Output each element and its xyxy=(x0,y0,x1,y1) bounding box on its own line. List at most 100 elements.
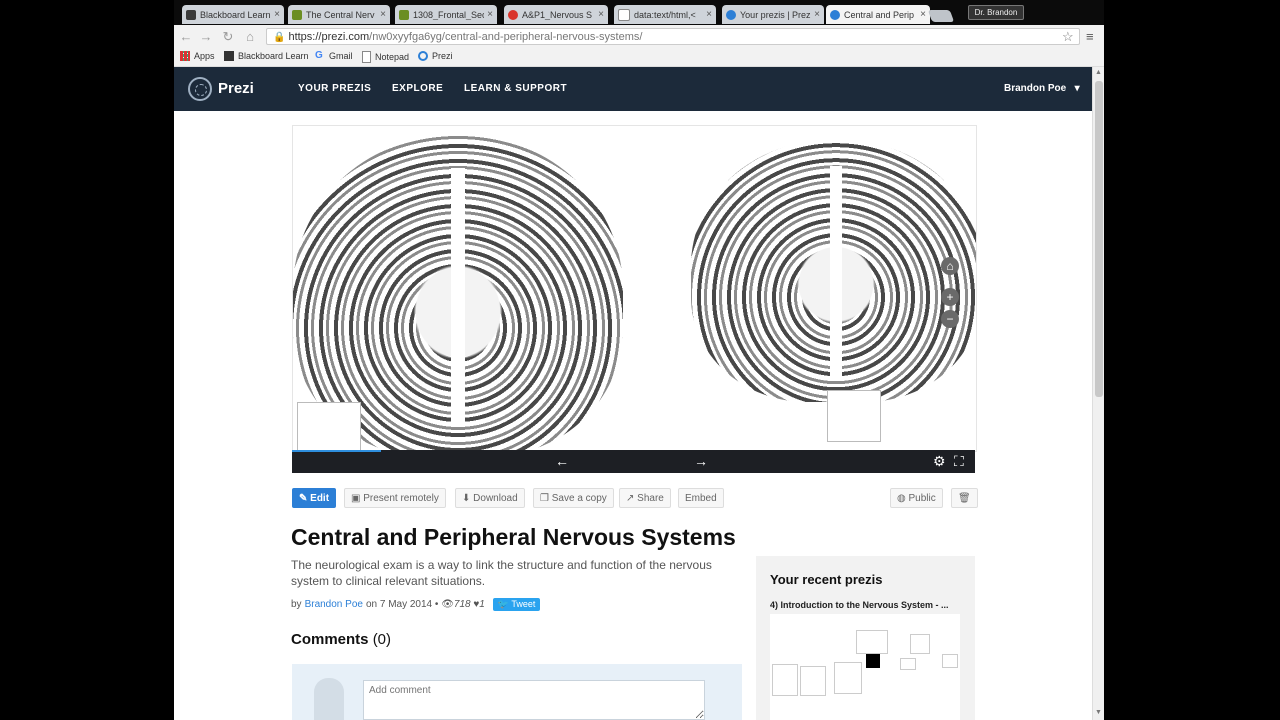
zoom-out-icon[interactable]: − xyxy=(941,310,959,328)
close-icon[interactable]: × xyxy=(380,9,386,20)
page-scrollbar[interactable]: ▲ ▼ xyxy=(1092,67,1104,720)
google-icon xyxy=(508,9,518,20)
like-count: 1 xyxy=(479,599,485,610)
nav-your-prezis[interactable]: YOUR PREZIS xyxy=(298,83,371,94)
prezi-title: Central and Peripheral Nervous Systems xyxy=(291,524,736,550)
bookmark-star-icon[interactable]: ☆ xyxy=(1062,29,1074,45)
tab-your-prezis[interactable]: Your prezis | Prez × xyxy=(722,5,824,24)
byline: by Brandon Poe on 7 May 2014 • 👁 718 ♥ 1 🐦… xyxy=(291,598,541,611)
caret-down-icon: ▾ xyxy=(1074,83,1080,94)
prezi-icon xyxy=(726,9,736,20)
monitor-icon: ▣ xyxy=(351,493,364,504)
drive-icon xyxy=(292,9,302,20)
prezi-icon xyxy=(830,9,840,20)
forward-icon[interactable]: → xyxy=(198,29,214,45)
tab-central-peripheral[interactable]: Central and Perip × xyxy=(826,5,930,24)
page-icon xyxy=(618,8,630,21)
prezi-logo[interactable]: Prezi xyxy=(218,80,254,97)
tab-ap1-nervous[interactable]: A&P1_Nervous S × xyxy=(504,5,608,24)
bookmark-apps[interactable]: Apps xyxy=(180,51,215,61)
public-button[interactable]: ◍ Public xyxy=(890,488,943,508)
close-icon[interactable]: × xyxy=(274,9,280,20)
previous-step-icon[interactable]: ← xyxy=(555,453,569,469)
bookmark-prezi[interactable]: Prezi xyxy=(418,51,453,61)
blackboard-icon xyxy=(186,9,196,20)
scroll-thumb[interactable] xyxy=(1095,81,1103,397)
bookmark-blackboard[interactable]: Blackboard Learn xyxy=(224,51,309,61)
drive-icon xyxy=(399,9,409,20)
comments-heading: Comments (0) xyxy=(291,631,392,648)
view-count: 718 xyxy=(453,599,471,610)
tweet-button[interactable]: 🐦 Tweet xyxy=(492,598,541,611)
frame-thumbnail[interactable] xyxy=(297,402,361,451)
close-icon[interactable]: × xyxy=(487,9,493,20)
download-button[interactable]: ⬇ Download xyxy=(455,488,525,508)
lock-icon: 🔒 xyxy=(273,32,286,43)
user-menu[interactable]: Brandon Poe ▾ xyxy=(1004,83,1080,94)
apps-grid-icon xyxy=(180,51,190,61)
presentation-progress xyxy=(292,450,381,452)
blackboard-icon xyxy=(224,51,234,61)
close-icon[interactable]: × xyxy=(598,9,604,20)
fullscreen-icon[interactable]: ⛶ xyxy=(954,453,964,469)
google-icon: G xyxy=(315,50,323,61)
share-button[interactable]: ↗ Share xyxy=(619,488,671,508)
browser-window: Blackboard Learn × The Central Nerv × 13… xyxy=(174,0,1104,720)
viewer-controls-bar: ← → ⚙ ⛶ xyxy=(292,450,975,473)
page-icon xyxy=(362,51,371,63)
tab-strip: Blackboard Learn × The Central Nerv × 13… xyxy=(174,0,1104,25)
comment-input[interactable] xyxy=(363,680,705,720)
recent-prezi-thumbnail[interactable] xyxy=(770,614,960,720)
save-copy-button[interactable]: ❐ Save a copy xyxy=(533,488,614,508)
eye-icon: 👁 xyxy=(441,599,454,610)
prezi-logo-icon[interactable] xyxy=(188,77,212,101)
tab-blackboard[interactable]: Blackboard Learn × xyxy=(182,5,284,24)
recent-prezis-heading: Your recent prezis xyxy=(770,572,883,587)
bookmark-notepad[interactable]: Notepad xyxy=(362,51,409,63)
nav-explore[interactable]: EXPLORE xyxy=(392,83,443,94)
bookmark-gmail[interactable]: G Gmail xyxy=(315,50,353,62)
tab-central-nerv[interactable]: The Central Nerv × xyxy=(288,5,390,24)
embed-button[interactable]: Embed xyxy=(678,488,724,508)
recent-prezi-link[interactable]: 4) Introduction to the Nervous System - … xyxy=(770,600,949,610)
nav-learn-support[interactable]: LEARN & SUPPORT xyxy=(464,83,567,94)
twitter-icon: 🐦 xyxy=(497,599,512,609)
download-icon: ⬇ xyxy=(462,493,474,504)
next-step-icon[interactable]: → xyxy=(694,453,708,469)
address-bar[interactable]: 🔒 https://prezi.com/nw0xyyfga6yg/central-… xyxy=(266,28,1080,45)
copy-icon: ❐ xyxy=(540,493,552,504)
user-name: Brandon Poe xyxy=(1004,83,1067,94)
comment-form xyxy=(292,664,742,720)
recent-prezis-panel: Your recent prezis 4) Introduction to th… xyxy=(756,556,975,720)
prezi-header: Prezi YOUR PREZIS EXPLORE LEARN & SUPPOR… xyxy=(174,67,1092,111)
prezi-viewer[interactable]: ⌂ + − xyxy=(292,125,977,452)
profile-button[interactable]: Dr. Brandon xyxy=(968,5,1024,20)
tab-data-text[interactable]: data:text/html,< × xyxy=(614,5,716,24)
menu-icon[interactable]: ≡ xyxy=(1086,29,1094,44)
tab-frontal-sec[interactable]: 1308_Frontal_Sec × xyxy=(395,5,497,24)
home-view-icon[interactable]: ⌂ xyxy=(941,257,959,275)
new-tab-button[interactable] xyxy=(927,10,955,22)
author-link[interactable]: Brandon Poe xyxy=(305,599,363,610)
share-icon: ↗ xyxy=(626,493,638,504)
scroll-down-icon[interactable]: ▼ xyxy=(1095,709,1102,716)
delete-button[interactable]: 🗑 xyxy=(951,488,978,508)
prezi-description: The neurological exam is a way to link t… xyxy=(291,558,712,588)
reload-icon[interactable]: ↻ xyxy=(220,29,236,45)
present-remotely-button[interactable]: ▣ Present remotely xyxy=(344,488,446,508)
close-icon[interactable]: × xyxy=(706,9,712,20)
trash-icon: 🗑 xyxy=(958,493,971,504)
home-icon[interactable]: ⌂ xyxy=(242,29,258,45)
close-icon[interactable]: × xyxy=(920,9,926,20)
back-icon[interactable]: ← xyxy=(178,29,194,45)
prezi-icon xyxy=(418,51,428,61)
browser-toolbar: ← → ↻ ⌂ 🔒 https://prezi.com/nw0xyyfga6yg/… xyxy=(174,25,1104,48)
close-icon[interactable]: × xyxy=(814,9,820,20)
zoom-in-icon[interactable]: + xyxy=(941,288,959,306)
globe-icon: ◍ xyxy=(897,493,909,504)
frame-thumbnail[interactable] xyxy=(827,390,881,442)
scroll-up-icon[interactable]: ▲ xyxy=(1095,69,1102,76)
settings-icon[interactable]: ⚙ xyxy=(933,453,946,469)
brain-section-image-right xyxy=(691,140,976,402)
edit-button[interactable]: ✎ Edit xyxy=(292,488,337,508)
